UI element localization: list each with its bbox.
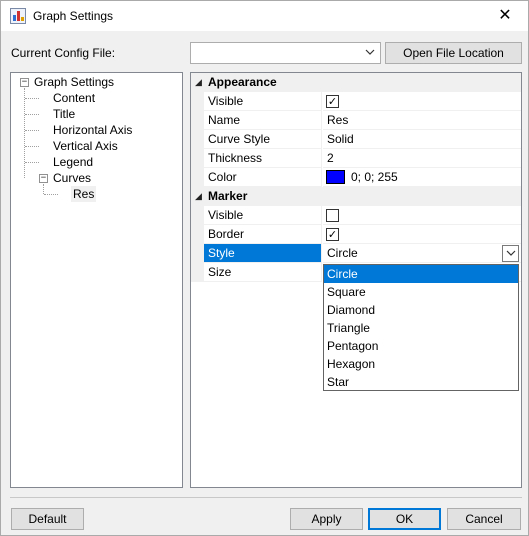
chevron-down-icon <box>364 46 376 60</box>
tree-connector <box>25 162 39 163</box>
chevron-down-icon[interactable] <box>502 245 519 262</box>
graph-settings-window: Graph Settings ✕ Current Config File: Op… <box>0 0 529 536</box>
dropdown-option-diamond[interactable]: Diamond <box>324 301 518 319</box>
prop-row-curve-style[interactable]: Curve Style Solid <box>191 130 521 149</box>
prop-name: Color <box>204 168 322 187</box>
prop-name: Visible <box>204 206 322 225</box>
prop-row-marker-visible[interactable]: Visible <box>191 206 521 225</box>
tree-connector <box>25 130 39 131</box>
tree-item-horizontal-axis[interactable]: Horizontal Axis <box>53 122 132 138</box>
color-swatch[interactable] <box>326 170 345 184</box>
triangle-down-icon[interactable]: ◢ <box>195 187 202 206</box>
dropdown-option-hexagon[interactable]: Hexagon <box>324 355 518 373</box>
window-title: Graph Settings <box>33 9 114 23</box>
config-file-label: Current Config File: <box>11 46 116 60</box>
collapse-icon[interactable]: − <box>20 78 29 87</box>
tree-item-graph-settings[interactable]: Graph Settings <box>34 74 114 90</box>
dropdown-option-triangle[interactable]: Triangle <box>324 319 518 337</box>
style-dropdown-list: Circle Square Diamond Triangle Pentagon … <box>323 264 519 391</box>
dropdown-option-circle[interactable]: Circle <box>324 265 518 283</box>
collapse-icon[interactable]: − <box>39 174 48 183</box>
tree-item-res[interactable]: Res <box>71 186 97 202</box>
category-marker[interactable]: ◢ Marker <box>191 187 521 206</box>
thickness-value[interactable]: 2 <box>323 149 521 168</box>
tree-item-legend[interactable]: Legend <box>53 154 93 170</box>
triangle-down-icon[interactable]: ◢ <box>195 73 202 92</box>
prop-name: Border <box>204 225 322 244</box>
curve-style-value[interactable]: Solid <box>323 130 521 149</box>
prop-name: Curve Style <box>204 130 322 149</box>
tree-connector <box>25 98 39 99</box>
cancel-button[interactable]: Cancel <box>447 508 521 530</box>
tree-connector <box>44 194 58 195</box>
ok-button[interactable]: OK <box>368 508 441 530</box>
prop-row-thickness[interactable]: Thickness 2 <box>191 149 521 168</box>
graph-app-icon <box>10 8 26 24</box>
title-bar: Graph Settings ✕ <box>1 1 528 31</box>
tree-connector <box>25 114 39 115</box>
style-value[interactable]: Circle <box>327 246 358 260</box>
prop-row-visible[interactable]: Visible ✓ <box>191 92 521 111</box>
prop-name: Name <box>204 111 322 130</box>
settings-tree: − Graph Settings Content Title Horizonta… <box>10 72 183 488</box>
dropdown-option-pentagon[interactable]: Pentagon <box>324 337 518 355</box>
prop-name: Style <box>204 244 322 263</box>
tree-connector <box>24 88 25 178</box>
color-value[interactable]: 0; 0; 255 <box>351 168 398 187</box>
tree-item-content[interactable]: Content <box>53 90 95 106</box>
prop-name: Size <box>204 263 322 282</box>
default-button[interactable]: Default <box>11 508 84 530</box>
tree-connector <box>43 184 44 194</box>
footer-divider <box>10 497 522 498</box>
border-checkbox[interactable]: ✓ <box>326 228 339 241</box>
category-appearance[interactable]: ◢ Appearance <box>191 73 521 92</box>
config-file-combo[interactable] <box>190 42 381 64</box>
tree-connector <box>25 146 39 147</box>
dropdown-option-star[interactable]: Star <box>324 373 518 391</box>
visible-checkbox[interactable]: ✓ <box>326 95 339 108</box>
prop-row-color[interactable]: Color 0; 0; 255 <box>191 168 521 187</box>
prop-name: Visible <box>204 92 322 111</box>
prop-name: Thickness <box>204 149 322 168</box>
dropdown-option-square[interactable]: Square <box>324 283 518 301</box>
name-value[interactable]: Res <box>323 111 521 130</box>
open-file-location-button[interactable]: Open File Location <box>385 42 522 64</box>
tree-item-vertical-axis[interactable]: Vertical Axis <box>53 138 118 154</box>
prop-row-border[interactable]: Border ✓ <box>191 225 521 244</box>
tree-item-title[interactable]: Title <box>53 106 75 122</box>
apply-button[interactable]: Apply <box>290 508 363 530</box>
tree-item-curves[interactable]: Curves <box>53 170 91 186</box>
prop-row-name[interactable]: Name Res <box>191 111 521 130</box>
prop-row-style[interactable]: Style Circle <box>191 244 521 263</box>
close-icon[interactable]: ✕ <box>482 1 528 31</box>
marker-visible-checkbox[interactable] <box>326 209 339 222</box>
